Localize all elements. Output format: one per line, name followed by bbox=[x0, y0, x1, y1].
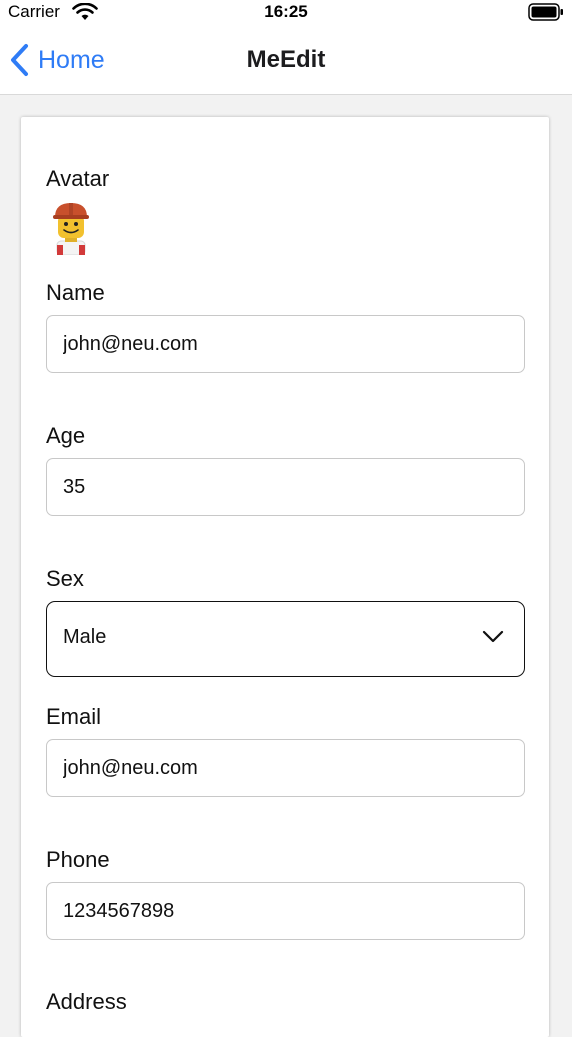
sex-select[interactable]: Male bbox=[46, 601, 525, 677]
avatar[interactable] bbox=[49, 201, 93, 255]
age-label: Age bbox=[46, 423, 86, 448]
page-title: MeEdit bbox=[246, 46, 326, 73]
name-field[interactable] bbox=[46, 315, 525, 373]
status-time: 16:25 bbox=[264, 2, 308, 21]
chevron-down-icon bbox=[482, 630, 504, 643]
status-bar: Carrier 16:25 bbox=[0, 0, 572, 26]
battery-icon bbox=[528, 3, 563, 21]
age-field[interactable] bbox=[46, 458, 525, 516]
sex-select-value: Male bbox=[63, 626, 107, 648]
phone-label: Phone bbox=[46, 847, 110, 872]
navigation-bar: Home MeEdit bbox=[0, 26, 572, 95]
address-label: Address bbox=[46, 989, 127, 1014]
sex-label: Sex bbox=[46, 566, 84, 591]
profile-form: Avatar Name Age Sex Male Email Phone Add… bbox=[21, 117, 549, 1037]
email-label: Email bbox=[46, 704, 102, 729]
avatar-label: Avatar bbox=[46, 166, 110, 191]
name-label: Name bbox=[46, 280, 105, 305]
phone-field[interactable] bbox=[46, 882, 525, 940]
email-field[interactable] bbox=[46, 739, 525, 797]
